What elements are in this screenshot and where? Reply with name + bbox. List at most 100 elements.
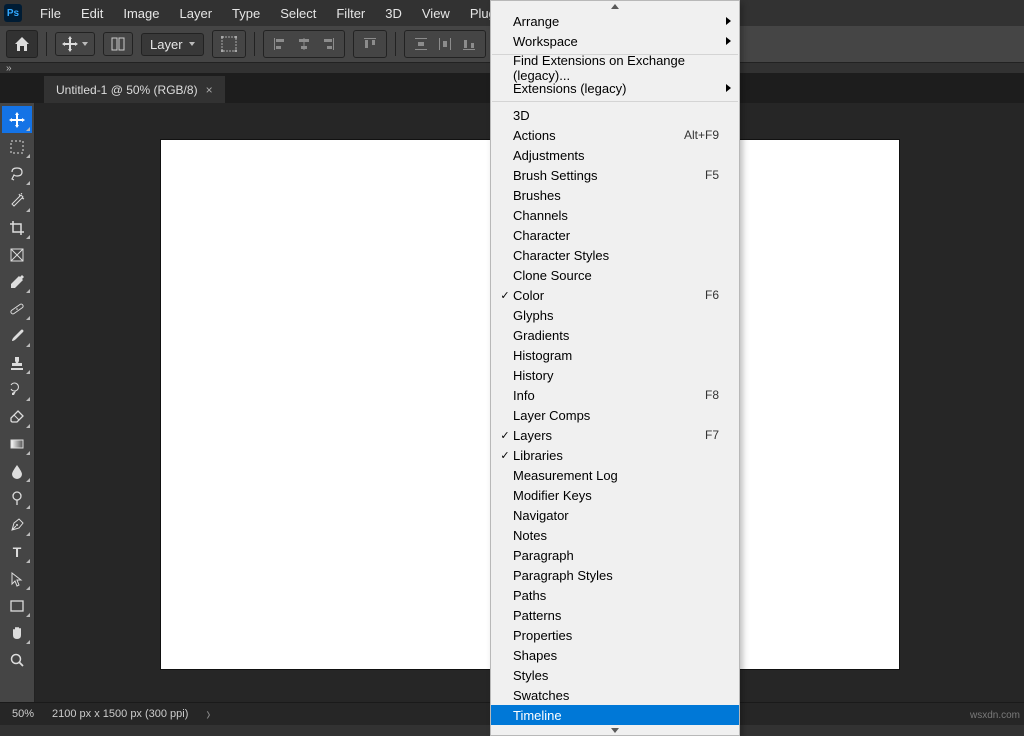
hand-tool[interactable]: [2, 619, 32, 646]
menu-file[interactable]: File: [30, 3, 71, 24]
menu-item-extensions-legacy[interactable]: Extensions (legacy): [491, 78, 739, 98]
zoom-icon: [9, 652, 25, 668]
chevron-right-icon[interactable]: ›: [206, 704, 210, 725]
shape-tool[interactable]: [2, 592, 32, 619]
menu-type[interactable]: Type: [222, 3, 270, 24]
menu-filter[interactable]: Filter: [326, 3, 375, 24]
lasso-tool[interactable]: [2, 160, 32, 187]
stamp-icon: [9, 355, 25, 371]
menu-item-3d[interactable]: 3D: [491, 105, 739, 125]
crop-tool[interactable]: [2, 214, 32, 241]
eraser-tool[interactable]: [2, 403, 32, 430]
dist-3-button[interactable]: [459, 34, 479, 54]
history-brush-tool[interactable]: [2, 376, 32, 403]
gradient-tool[interactable]: [2, 430, 32, 457]
menu-item-character-styles[interactable]: Character Styles: [491, 245, 739, 265]
align-left-button[interactable]: [270, 34, 290, 54]
menu-item-channels[interactable]: Channels: [491, 205, 739, 225]
menu-item-histogram[interactable]: Histogram: [491, 345, 739, 365]
menu-item-measurement-log[interactable]: Measurement Log: [491, 465, 739, 485]
type-tool[interactable]: T: [2, 538, 32, 565]
blur-tool[interactable]: [2, 457, 32, 484]
menu-item-libraries[interactable]: ✓Libraries: [491, 445, 739, 465]
menu-item-info[interactable]: InfoF8: [491, 385, 739, 405]
pen-icon: [9, 517, 25, 533]
stamp-tool[interactable]: [2, 349, 32, 376]
ps-logo-icon: Ps: [4, 4, 22, 22]
menu-item-color[interactable]: ✓ColorF6: [491, 285, 739, 305]
transform-controls-toggle[interactable]: [212, 30, 246, 58]
check-icon: ✓: [497, 289, 513, 302]
menu-item-patterns[interactable]: Patterns: [491, 605, 739, 625]
menu-item-properties[interactable]: Properties: [491, 625, 739, 645]
menu-item-shapes[interactable]: Shapes: [491, 645, 739, 665]
selection-tool[interactable]: [2, 187, 32, 214]
menu-item-layer-comps[interactable]: Layer Comps: [491, 405, 739, 425]
gradient-icon: [9, 436, 25, 452]
menu-item-character[interactable]: Character: [491, 225, 739, 245]
marquee-tool[interactable]: [2, 133, 32, 160]
align-hcenter-icon: [296, 36, 312, 52]
move-tool[interactable]: [2, 106, 32, 133]
menu-separator: [492, 101, 738, 102]
menu-item-glyphs[interactable]: Glyphs: [491, 305, 739, 325]
layer-select-dropdown[interactable]: Layer: [141, 33, 204, 56]
menu-scroll-up[interactable]: [491, 1, 739, 11]
menu-item-swatches[interactable]: Swatches: [491, 685, 739, 705]
menu-item-adjustments[interactable]: Adjustments: [491, 145, 739, 165]
menu-item-find-extensions-on-exchange-legacy[interactable]: Find Extensions on Exchange (legacy)...: [491, 58, 739, 78]
menu-item-label: Notes: [513, 528, 719, 543]
path-select-tool[interactable]: [2, 565, 32, 592]
toolbox: T: [0, 103, 35, 702]
menu-edit[interactable]: Edit: [71, 3, 113, 24]
align-buttons: [263, 30, 345, 58]
menu-item-modifier-keys[interactable]: Modifier Keys: [491, 485, 739, 505]
zoom-tool[interactable]: [2, 646, 32, 673]
menu-item-paths[interactable]: Paths: [491, 585, 739, 605]
menu-item-styles[interactable]: Styles: [491, 665, 739, 685]
type-icon: T: [9, 544, 25, 560]
menu-item-paragraph-styles[interactable]: Paragraph Styles: [491, 565, 739, 585]
menu-item-arrange[interactable]: Arrange: [491, 11, 739, 31]
menu-item-timeline[interactable]: Timeline: [491, 705, 739, 725]
eyedropper-tool[interactable]: [2, 268, 32, 295]
menu-item-label: Paths: [513, 588, 719, 603]
menu-3d[interactable]: 3D: [375, 3, 412, 24]
move-icon: [9, 112, 25, 128]
menu-item-layers[interactable]: ✓LayersF7: [491, 425, 739, 445]
menu-image[interactable]: Image: [113, 3, 169, 24]
menu-item-history[interactable]: History: [491, 365, 739, 385]
zoom-level[interactable]: 50%: [12, 708, 34, 720]
menu-view[interactable]: View: [412, 3, 460, 24]
pen-tool[interactable]: [2, 511, 32, 538]
dist-2-button[interactable]: [435, 34, 455, 54]
align-right-button[interactable]: [318, 34, 338, 54]
document-tab[interactable]: Untitled-1 @ 50% (RGB/8) ×: [44, 76, 225, 103]
menu-scroll-down[interactable]: [491, 725, 739, 735]
home-button[interactable]: [6, 30, 38, 58]
align-hcenter-button[interactable]: [294, 34, 314, 54]
auto-select-group[interactable]: [103, 32, 133, 56]
menu-item-brushes[interactable]: Brushes: [491, 185, 739, 205]
menu-select[interactable]: Select: [270, 3, 326, 24]
brush-tool[interactable]: [2, 322, 32, 349]
dodge-tool[interactable]: [2, 484, 32, 511]
dist-1-button[interactable]: [411, 34, 431, 54]
healing-tool[interactable]: [2, 295, 32, 322]
menu-item-actions[interactable]: ActionsAlt+F9: [491, 125, 739, 145]
frame-tool[interactable]: [2, 241, 32, 268]
menu-item-clone-source[interactable]: Clone Source: [491, 265, 739, 285]
move-tool-options[interactable]: [55, 32, 95, 56]
align-top-button[interactable]: [360, 34, 380, 54]
menu-item-paragraph[interactable]: Paragraph: [491, 545, 739, 565]
menu-layer[interactable]: Layer: [170, 3, 223, 24]
menu-item-brush-settings[interactable]: Brush SettingsF5: [491, 165, 739, 185]
menu-item-workspace[interactable]: Workspace: [491, 31, 739, 51]
menu-item-notes[interactable]: Notes: [491, 525, 739, 545]
menu-item-gradients[interactable]: Gradients: [491, 325, 739, 345]
menu-item-navigator[interactable]: Navigator: [491, 505, 739, 525]
close-tab-button[interactable]: ×: [206, 83, 213, 97]
crop-icon: [9, 220, 25, 236]
divider: [395, 32, 396, 56]
distribute-buttons: [404, 30, 486, 58]
